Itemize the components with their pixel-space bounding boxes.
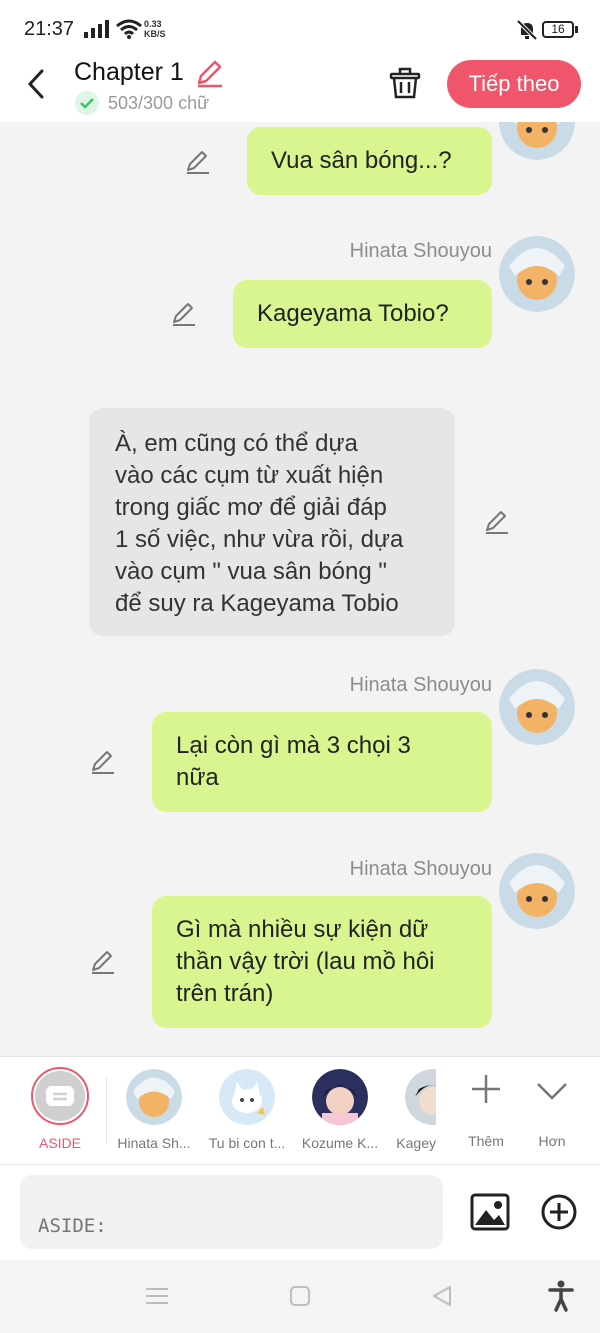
- network-speed: 0.33 KB/S: [144, 19, 166, 39]
- plus-icon: [472, 1075, 500, 1103]
- aside-line: vào các cụm từ xuất hiện: [115, 462, 384, 489]
- trash-icon[interactable]: [388, 66, 422, 100]
- message-bubble[interactable]: Gì mà nhiều sự kiện dữ thần vậy trời (la…: [152, 896, 492, 1028]
- edit-message-icon[interactable]: [89, 748, 117, 776]
- message-line: trên trán): [176, 980, 274, 1007]
- chapter-title[interactable]: Chapter 1: [74, 58, 184, 87]
- chevron-down-icon: [537, 1083, 567, 1100]
- chat-area[interactable]: Vua sân bóng...? Hinata Shouyou Kageyama…: [0, 122, 600, 1056]
- message-line: Gì mà nhiều sự kiện dữ: [176, 916, 429, 943]
- character-label: Tu bi con t...: [208, 1135, 286, 1151]
- character-selector: ASIDE Hinata Sh... Tu bi con t... Kozume…: [0, 1056, 600, 1164]
- avatar-hinata[interactable]: [499, 669, 575, 745]
- message-line: thần vậy trời (lau mồ hôi: [176, 948, 435, 975]
- character-hinata[interactable]: Hinata Sh...: [109, 1057, 199, 1165]
- system-nav-bar: [0, 1260, 600, 1333]
- battery-tip: [575, 26, 578, 33]
- message-line: Lại còn gì mà 3 chọi 3: [176, 732, 411, 759]
- character-avatar: [405, 1069, 436, 1125]
- edit-message-icon[interactable]: [170, 300, 198, 328]
- next-button[interactable]: Tiếp theo: [447, 60, 581, 108]
- input-bar: [0, 1164, 600, 1260]
- message-line: nữa: [176, 764, 219, 791]
- back-arrow-icon[interactable]: [24, 68, 48, 100]
- image-icon[interactable]: [470, 1193, 510, 1231]
- character-avatar: [219, 1069, 275, 1125]
- network-speed-unit: KB/S: [144, 29, 166, 39]
- accessibility-icon[interactable]: [548, 1280, 574, 1312]
- status-time: 21:37: [24, 18, 75, 40]
- check-circle-icon: [75, 91, 99, 115]
- character-kageyama[interactable]: Kagey: [388, 1057, 436, 1165]
- aside-bubble[interactable]: À, em cũng có thể dựa vào các cụm từ xuấ…: [89, 408, 455, 636]
- message-text: Vua sân bóng...?: [271, 147, 452, 174]
- add-character-button[interactable]: Thêm: [456, 1067, 516, 1157]
- signal-icon: [84, 20, 109, 38]
- sender-name: Hinata Shouyou: [349, 858, 492, 880]
- character-avatar: [312, 1069, 368, 1125]
- edit-message-icon[interactable]: [89, 948, 117, 976]
- network-speed-value: 0.33: [144, 19, 162, 29]
- mute-bell-icon: [516, 19, 538, 41]
- message-bubble[interactable]: Lại còn gì mà 3 chọi 3 nữa: [152, 712, 492, 812]
- word-count: 503/300 chữ: [108, 93, 210, 113]
- aside-line: để suy ra Kageyama Tobio: [115, 590, 399, 617]
- avatar-hinata[interactable]: [499, 853, 575, 929]
- back-triangle-icon[interactable]: [430, 1284, 454, 1308]
- wifi-icon: [116, 19, 142, 39]
- message-text: Kageyama Tobio?: [257, 300, 449, 327]
- aside-line: À, em cũng có thể dựa: [115, 430, 358, 457]
- sender-name: Hinata Shouyou: [349, 674, 492, 696]
- edit-message-icon[interactable]: [184, 148, 212, 176]
- aside-line: trong giấc mơ để giải đáp: [115, 494, 387, 521]
- expand-label: Hơn: [538, 1133, 566, 1149]
- edit-message-icon[interactable]: [483, 508, 511, 536]
- more-label: Thêm: [468, 1133, 504, 1149]
- editor-header: Chapter 1 503/300 chữ Tiếp theo: [0, 50, 600, 122]
- aside-line: 1 số việc, như vừa rồi, dựa: [115, 526, 404, 553]
- character-label: Kozume K...: [301, 1135, 379, 1151]
- character-label: ASIDE: [38, 1135, 81, 1151]
- character-label: Hinata Sh...: [117, 1135, 191, 1151]
- divider: [106, 1077, 107, 1143]
- message-bubble[interactable]: Vua sân bóng...?: [247, 127, 492, 195]
- menu-icon[interactable]: [146, 1286, 168, 1306]
- aside-line: vào cụm " vua sân bóng ": [115, 558, 387, 585]
- character-label: Kagey: [396, 1135, 436, 1151]
- character-tubi[interactable]: Tu bi con t...: [202, 1057, 292, 1165]
- character-avatar: [126, 1069, 182, 1125]
- expand-button[interactable]: Hơn: [522, 1067, 582, 1157]
- message-bubble[interactable]: Kageyama Tobio?: [233, 280, 492, 348]
- character-aside[interactable]: ASIDE: [15, 1057, 105, 1165]
- message-input[interactable]: [20, 1175, 443, 1249]
- battery-indicator: 16: [542, 21, 574, 38]
- avatar-hinata[interactable]: [499, 236, 575, 312]
- plus-circle-icon[interactable]: [540, 1193, 578, 1231]
- avatar-hinata[interactable]: [499, 122, 575, 160]
- character-kozume[interactable]: Kozume K...: [295, 1057, 385, 1165]
- home-icon[interactable]: [289, 1285, 311, 1307]
- edit-title-icon[interactable]: [194, 58, 224, 88]
- message-icon: [46, 1086, 74, 1106]
- sender-name: Hinata Shouyou: [349, 240, 492, 262]
